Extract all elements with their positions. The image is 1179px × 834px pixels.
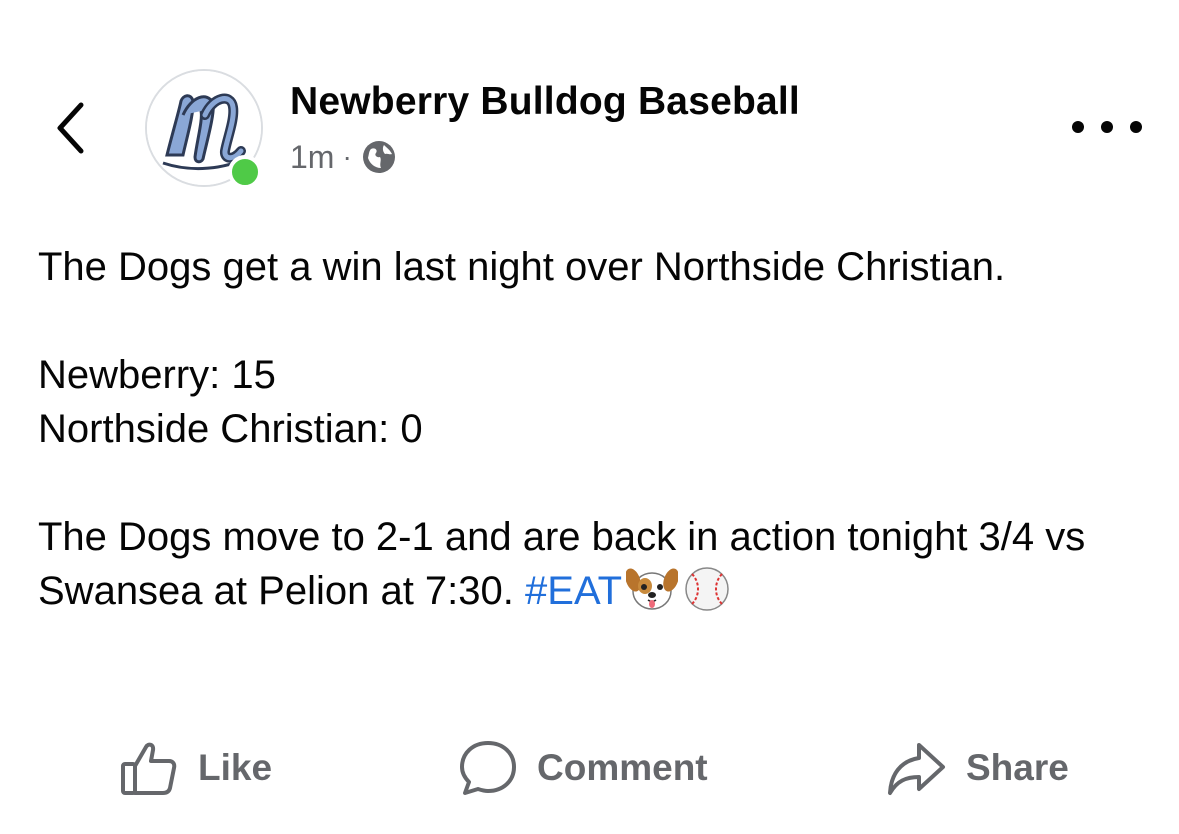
online-status-dot <box>228 155 262 189</box>
meta-separator: · <box>342 141 352 172</box>
more-options-button[interactable] <box>1072 112 1142 142</box>
thumbs-up-icon <box>121 742 177 795</box>
hashtag-link[interactable]: #EAT <box>525 569 622 613</box>
share-button[interactable]: Share <box>886 736 1069 800</box>
post-meta: 1m · <box>290 136 396 178</box>
score-home: Newberry: 15 <box>38 353 276 397</box>
more-dot <box>1101 121 1113 133</box>
like-label: Like <box>198 747 273 788</box>
back-button[interactable] <box>50 96 90 160</box>
score-away: Northside Christian: 0 <box>38 407 423 451</box>
chevron-left-icon <box>57 102 84 154</box>
globe-icon <box>362 141 395 173</box>
like-button[interactable]: Like <box>120 736 272 800</box>
post-timestamp[interactable]: 1m <box>290 139 334 176</box>
comment-button[interactable]: Comment <box>459 736 708 800</box>
dog-face-icon <box>625 566 679 626</box>
more-dot <box>1072 121 1084 133</box>
comment-bubble-icon <box>460 741 516 795</box>
baseball-icon <box>682 566 732 626</box>
comment-label: Comment <box>537 747 708 788</box>
share-label: Share <box>966 747 1069 788</box>
post-text-intro: The Dogs get a win last night over North… <box>38 245 1006 289</box>
post-action-bar: Like Comment Share <box>0 736 1179 800</box>
page-avatar[interactable] <box>145 69 263 189</box>
page-name[interactable]: Newberry Bulldog Baseball <box>290 80 800 124</box>
share-arrow-icon <box>888 743 945 795</box>
more-dot <box>1130 121 1142 133</box>
post-body: The Dogs get a win last night over North… <box>38 240 1148 626</box>
post-text-next-game: The Dogs move to 2-1 and are back in act… <box>38 510 1148 626</box>
